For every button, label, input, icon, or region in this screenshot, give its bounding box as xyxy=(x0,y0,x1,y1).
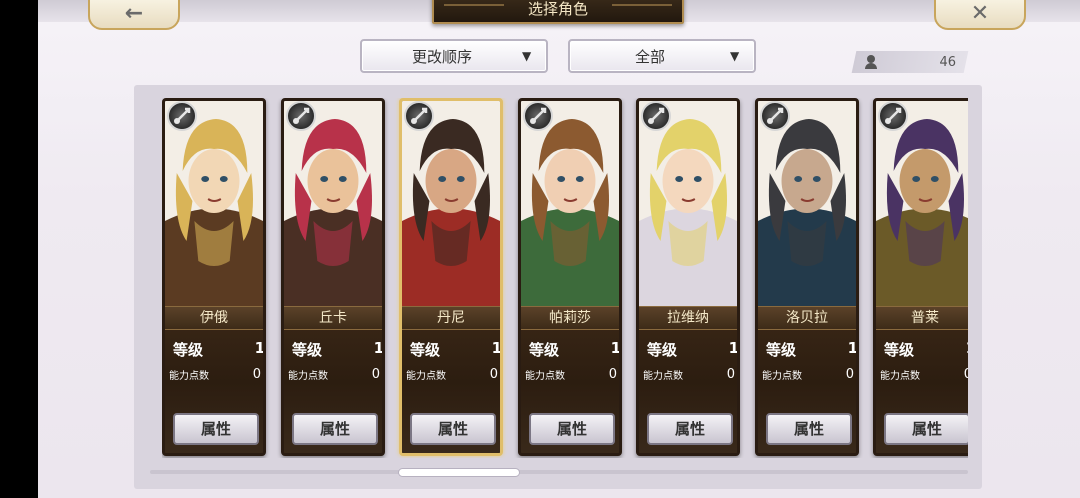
class-badge-icon xyxy=(878,101,908,131)
power-value: 0 xyxy=(726,367,735,382)
attributes-button[interactable]: 属性 xyxy=(647,413,733,445)
level-row: 等级 1 xyxy=(529,339,621,359)
filter-label: 全部 xyxy=(634,47,665,66)
dropdown-arrow-icon: ▼ xyxy=(730,49,740,63)
attributes-button[interactable]: 属性 xyxy=(529,413,615,445)
person-icon xyxy=(864,55,878,69)
level-label: 等级 xyxy=(529,341,560,359)
power-value: 0 xyxy=(371,367,380,382)
character-name: 拉维纳 xyxy=(639,306,737,330)
dropdown-arrow-icon: ▼ xyxy=(522,49,532,63)
power-row: 能力点数 0 xyxy=(525,367,619,383)
level-label: 等级 xyxy=(766,341,797,359)
level-value: 1 xyxy=(966,339,968,357)
attributes-button[interactable]: 属性 xyxy=(173,413,259,445)
character-select-screen: ← 选择角色 ✕ 更改顺序 ▼ 全部 ▼ 46 伊俄 等级 1 能力点数 0 属性 丘卡 等级… xyxy=(38,0,1080,498)
character-card[interactable]: 丹尼等级 1 能力点数 0 属性 xyxy=(399,98,503,456)
character-name: 伊俄 xyxy=(165,306,263,330)
back-button[interactable]: ← xyxy=(88,0,180,30)
attributes-button[interactable]: 属性 xyxy=(766,413,852,445)
power-label: 能力点数 xyxy=(762,371,802,382)
level-value: 1 xyxy=(491,339,502,357)
scrollbar-thumb[interactable] xyxy=(398,468,520,477)
power-row: 能力点数 0 xyxy=(169,367,263,383)
level-row: 等级 1 xyxy=(647,339,739,359)
character-card[interactable]: 伊俄等级 1 能力点数 0 属性 xyxy=(162,98,266,456)
left-arrow-icon: ← xyxy=(124,0,144,26)
class-badge-icon xyxy=(404,101,434,131)
power-row: 能力点数 0 xyxy=(762,367,856,383)
class-badge-icon xyxy=(286,101,316,131)
sort-order-dropdown[interactable]: 更改顺序 ▼ xyxy=(360,39,548,73)
close-icon: ✕ xyxy=(970,0,990,26)
class-badge-icon xyxy=(641,101,671,131)
level-label: 等级 xyxy=(884,341,915,359)
attributes-button[interactable]: 属性 xyxy=(292,413,378,445)
power-value: 0 xyxy=(489,367,498,382)
character-name: 洛贝拉 xyxy=(758,306,856,330)
power-label: 能力点数 xyxy=(169,371,209,382)
power-row: 能力点数 0 xyxy=(643,367,737,383)
level-value: 1 xyxy=(610,339,621,357)
character-name: 帕莉莎 xyxy=(521,306,619,330)
level-label: 等级 xyxy=(410,341,441,359)
power-row: 能力点数 0 xyxy=(406,367,500,383)
character-card[interactable]: 洛贝拉等级 1 能力点数 0 属性 xyxy=(755,98,859,456)
power-label: 能力点数 xyxy=(525,371,565,382)
power-row: 能力点数 0 xyxy=(288,367,382,383)
power-value: 0 xyxy=(608,367,617,382)
power-label: 能力点数 xyxy=(288,371,328,382)
screen-edge xyxy=(0,0,38,498)
level-row: 等级 1 xyxy=(884,339,968,359)
page-title: 选择角色 xyxy=(432,0,684,24)
sort-order-label: 更改顺序 xyxy=(411,47,472,66)
level-label: 等级 xyxy=(647,341,678,359)
character-name: 丹尼 xyxy=(402,306,500,330)
character-card[interactable]: 帕莉莎等级 1 能力点数 0 属性 xyxy=(518,98,622,456)
level-value: 1 xyxy=(254,339,265,357)
level-label: 等级 xyxy=(292,341,323,359)
close-button[interactable]: ✕ xyxy=(934,0,1026,30)
power-value: 0 xyxy=(964,367,968,382)
class-badge-icon xyxy=(760,101,790,131)
power-label: 能力点数 xyxy=(880,371,920,382)
character-card[interactable]: 普莱等级 1 能力点数 0 属性 xyxy=(873,98,968,456)
power-label: 能力点数 xyxy=(406,371,446,382)
level-row: 等级 1 xyxy=(292,339,384,359)
level-row: 等级 1 xyxy=(766,339,858,359)
power-value: 0 xyxy=(252,367,261,382)
level-label: 等级 xyxy=(173,341,204,359)
character-count-value: 46 xyxy=(939,54,956,70)
character-name: 丘卡 xyxy=(284,306,382,330)
power-value: 0 xyxy=(845,367,854,382)
class-badge-icon xyxy=(523,101,553,131)
scroll-track xyxy=(150,470,968,474)
power-label: 能力点数 xyxy=(643,371,683,382)
level-value: 1 xyxy=(373,339,384,357)
character-count: 46 xyxy=(851,51,969,73)
attributes-button[interactable]: 属性 xyxy=(884,413,968,445)
level-row: 等级 1 xyxy=(410,339,502,359)
character-card-list: 伊俄 等级 1 能力点数 0 属性 丘卡 等级 1 能力点数 0 属性 丹尼 等级 1 能力点数 0 属性 帕莉莎等… xyxy=(162,98,968,458)
level-value: 1 xyxy=(728,339,739,357)
character-card[interactable]: 拉维纳等级 1 能力点数 0 属性 xyxy=(636,98,740,456)
level-value: 1 xyxy=(847,339,858,357)
attributes-button[interactable]: 属性 xyxy=(410,413,496,445)
character-name: 普莱 xyxy=(876,306,968,330)
level-row: 等级 1 xyxy=(173,339,265,359)
class-badge-icon xyxy=(167,101,197,131)
power-row: 能力点数 0 xyxy=(880,367,968,383)
filter-dropdown[interactable]: 全部 ▼ xyxy=(568,39,756,73)
character-card[interactable]: 丘卡等级 1 能力点数 0 属性 xyxy=(281,98,385,456)
